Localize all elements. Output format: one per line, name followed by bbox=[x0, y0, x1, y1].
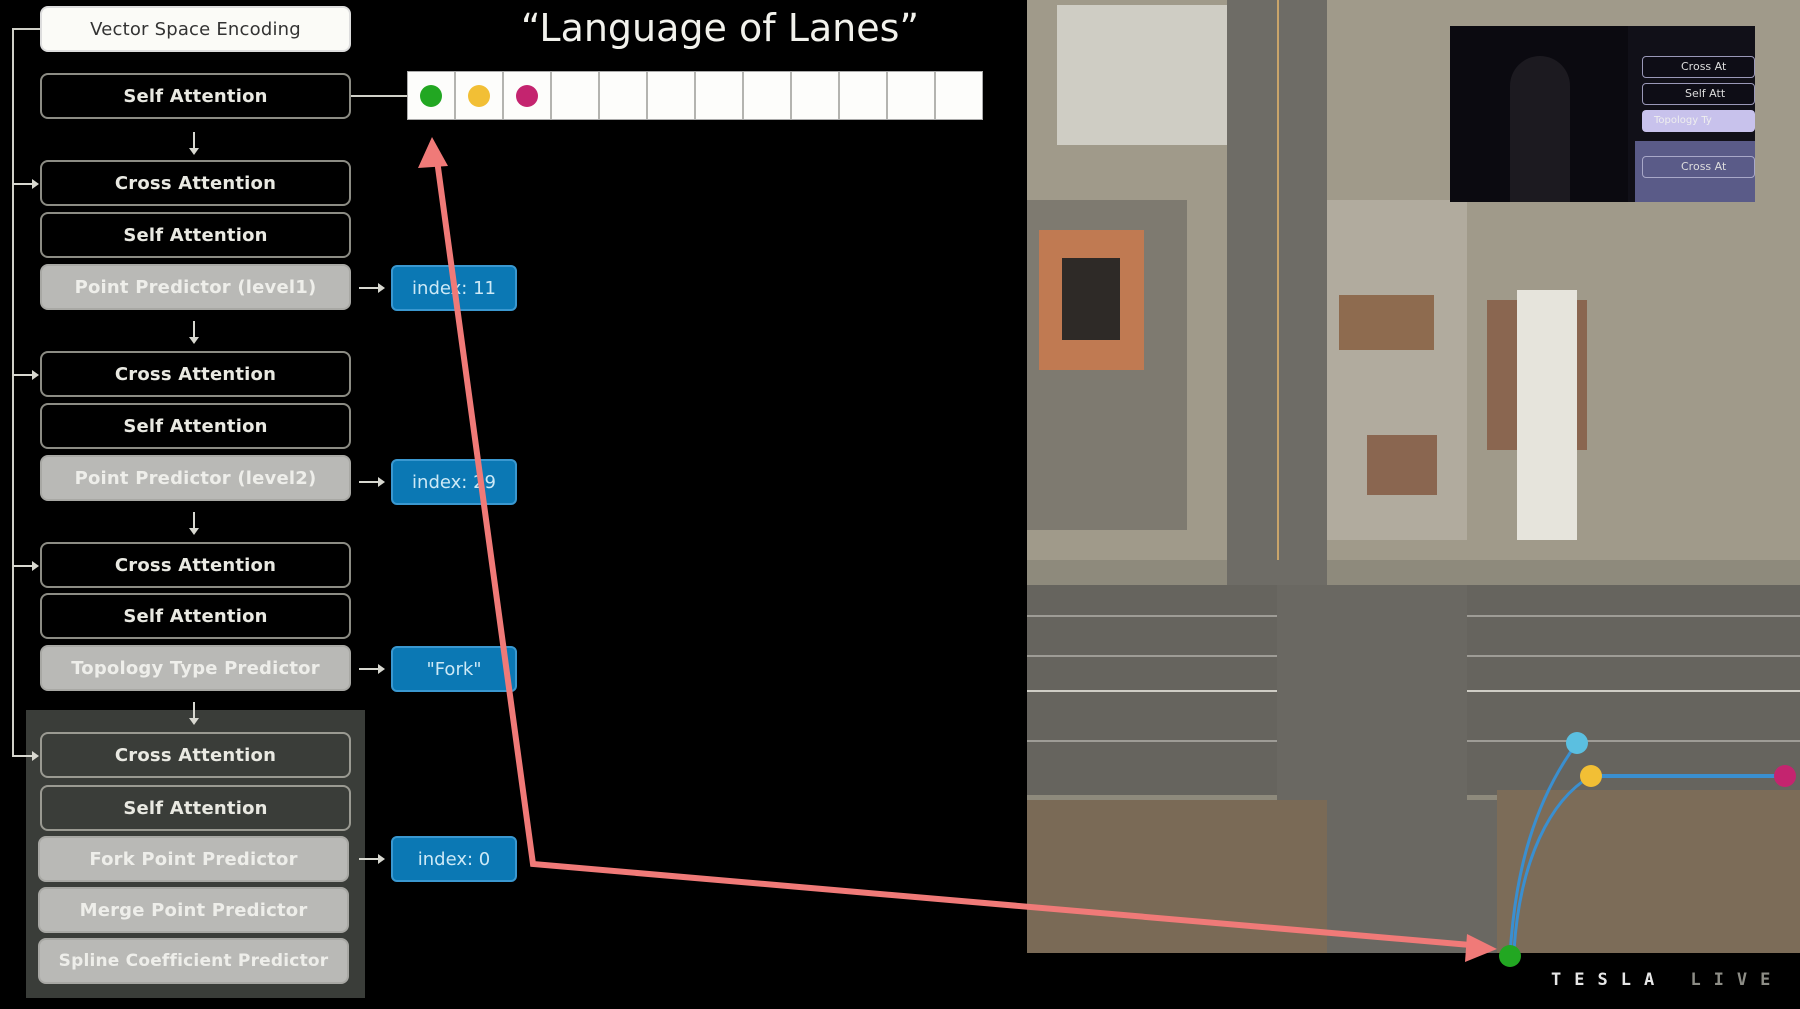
brand-suffix: LIVE bbox=[1690, 970, 1784, 990]
arrowhead-up-icon bbox=[418, 137, 448, 168]
lane-graph-edges bbox=[1508, 742, 1785, 957]
brand-text: TESLA bbox=[1551, 970, 1668, 990]
lane-node-green bbox=[1499, 945, 1521, 967]
lane-node-magenta bbox=[1774, 765, 1796, 787]
overlay-layer bbox=[418, 137, 1796, 967]
tesla-live-logo: TESLA LIVE bbox=[1551, 970, 1783, 990]
arrowhead-right-icon bbox=[1465, 934, 1497, 962]
annotation-arrow bbox=[418, 137, 1497, 962]
annotation-arrow-line bbox=[434, 159, 1483, 949]
lane-edge-fork-right bbox=[1512, 774, 1592, 951]
lane-node-cyan bbox=[1566, 732, 1588, 754]
lane-edge-fork-left bbox=[1508, 742, 1579, 957]
lane-node-yellow bbox=[1580, 765, 1602, 787]
